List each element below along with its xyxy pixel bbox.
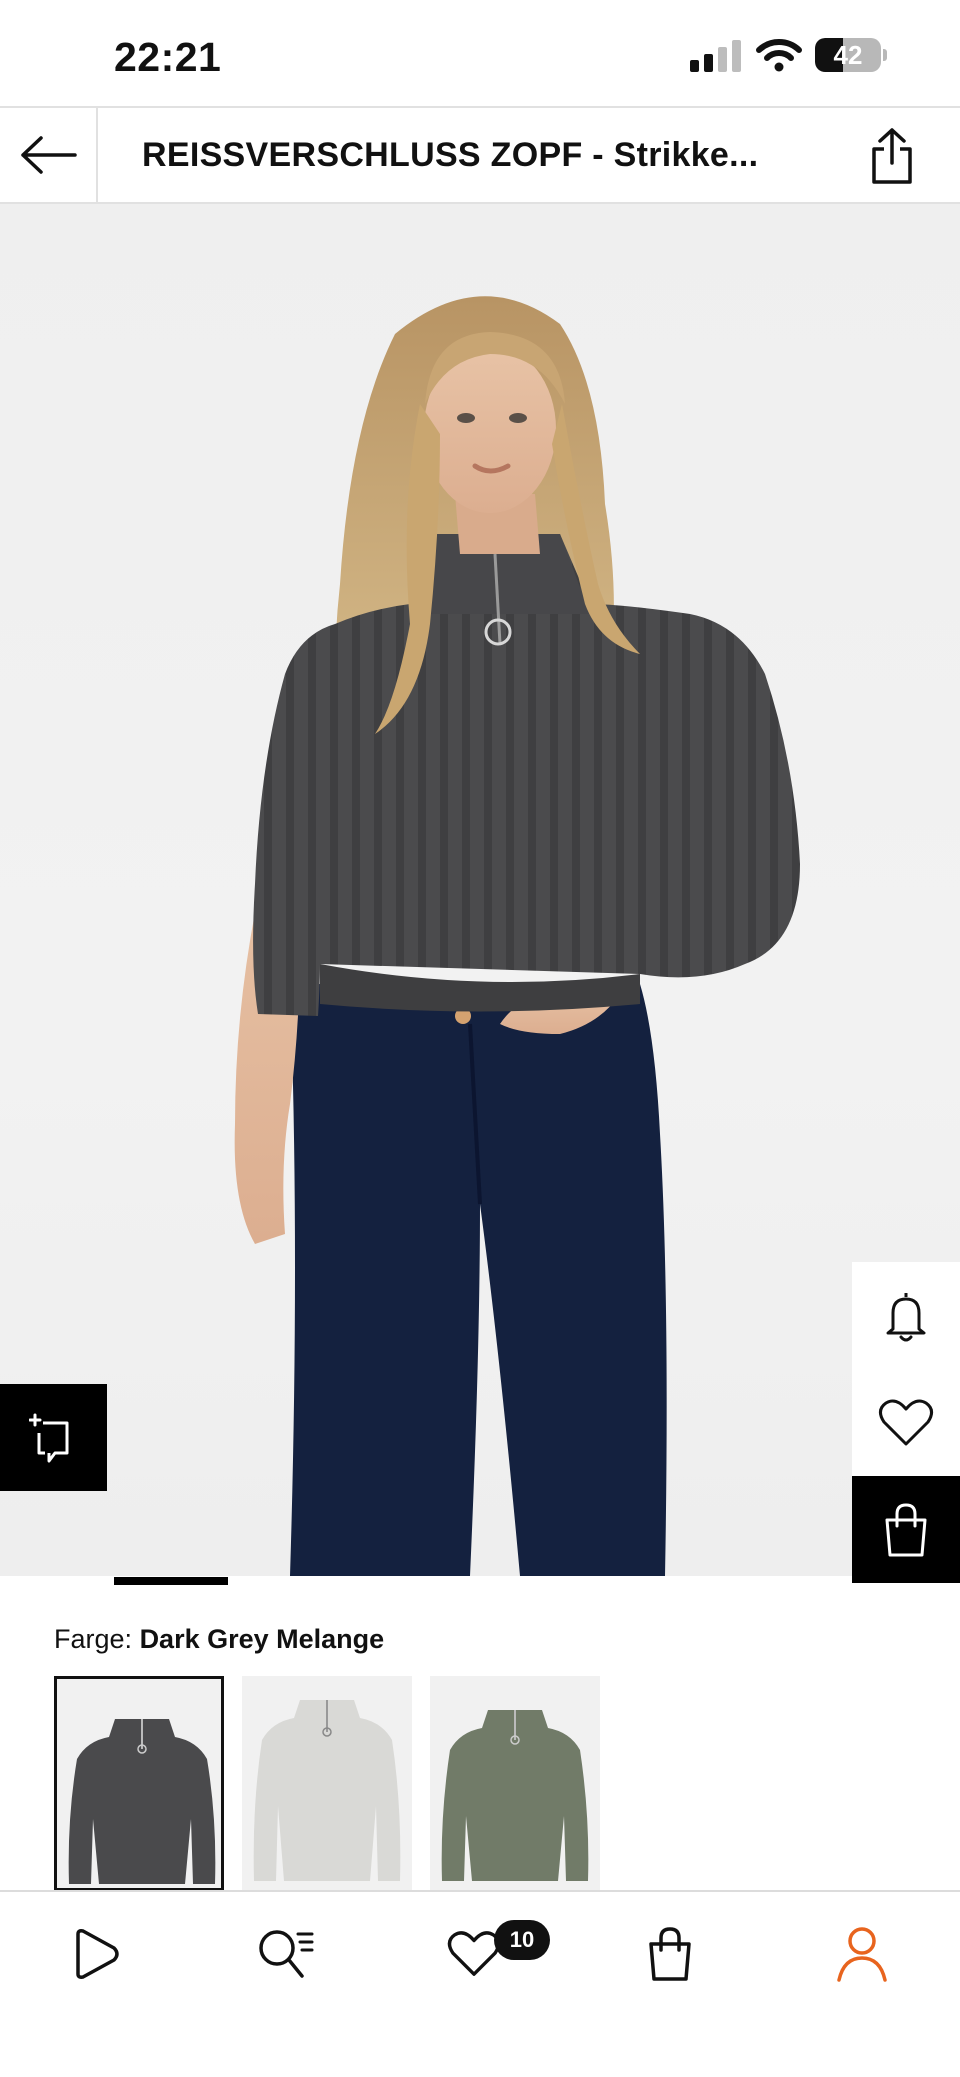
heart-icon: [879, 1399, 933, 1445]
cellular-signal-icon: [690, 40, 741, 72]
share-button[interactable]: [862, 126, 922, 186]
tab-bag[interactable]: [620, 1914, 720, 1994]
top-navigation-bar: REISSVERSCHLUSS ZOPF - Strikke...: [0, 106, 960, 204]
status-time: 22:21: [114, 34, 222, 80]
add-to-bag-button[interactable]: [852, 1476, 960, 1583]
play-icon: [76, 1929, 119, 1979]
product-image-carousel[interactable]: [0, 204, 960, 1576]
color-swatch-green[interactable]: [430, 1676, 600, 1891]
notify-button[interactable]: [852, 1262, 960, 1369]
color-label-prefix: Farge:: [54, 1624, 133, 1654]
back-button[interactable]: [0, 108, 98, 202]
color-label: Farge: Dark Grey Melange: [54, 1624, 384, 1655]
user-icon: [837, 1927, 887, 1982]
page-title: REISSVERSCHLUSS ZOPF - Strikke...: [142, 136, 759, 174]
wishlist-button[interactable]: [852, 1369, 960, 1476]
product-photo: [234, 296, 801, 1576]
wishlist-count-badge: 10: [494, 1920, 550, 1960]
search-icon: [259, 1930, 314, 1978]
compare-icon: [28, 1413, 68, 1462]
shopping-bag-icon: [649, 1927, 691, 1981]
carousel-indicator-active: [114, 1577, 228, 1585]
battery-icon: 42: [815, 38, 887, 72]
selected-color-name: Dark Grey Melange: [139, 1624, 385, 1654]
tab-search[interactable]: [236, 1914, 336, 1994]
shopping-bag-icon: [885, 1502, 927, 1556]
product-quick-actions: [852, 1262, 960, 1583]
swatch-thumbnail: [57, 1679, 221, 1888]
heart-icon: [447, 1931, 501, 1976]
share-icon: [872, 128, 912, 184]
swatch-thumbnail: [430, 1676, 600, 1891]
tab-account[interactable]: [812, 1914, 912, 1994]
color-swatch-dark-grey[interactable]: [54, 1676, 224, 1891]
arrow-left-icon: [21, 136, 77, 174]
status-bar: 22:21 42: [0, 0, 960, 106]
swatch-thumbnail: [242, 1676, 412, 1891]
bell-icon: [886, 1292, 926, 1341]
color-swatch-light-grey[interactable]: [242, 1676, 412, 1891]
battery-level: 42: [833, 40, 863, 70]
tab-inspiration[interactable]: [46, 1914, 146, 1994]
wifi-icon: [756, 39, 802, 72]
bottom-tab-bar: 10: [0, 1890, 960, 2077]
compare-button[interactable]: [0, 1384, 107, 1491]
